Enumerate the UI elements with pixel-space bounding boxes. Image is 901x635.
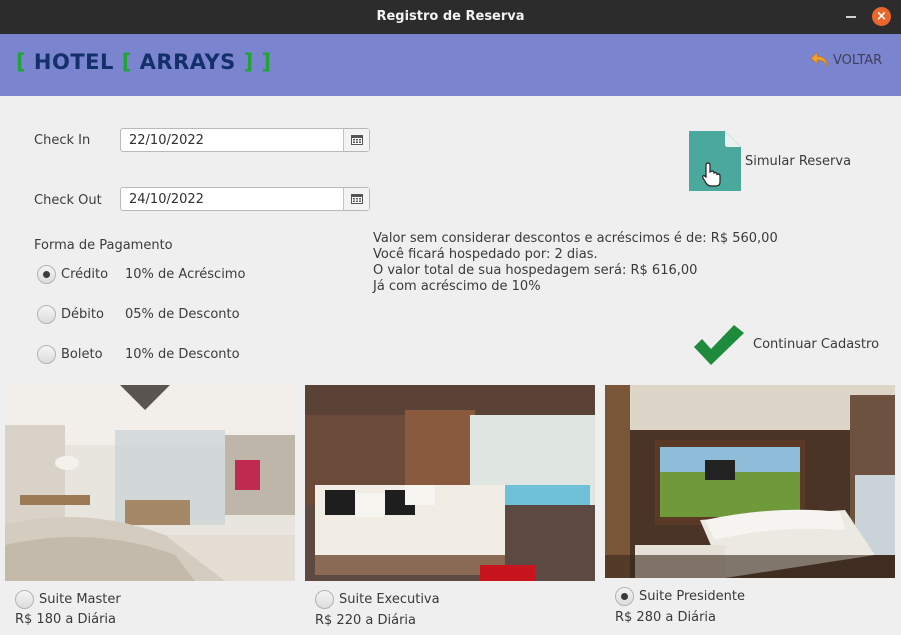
window-title: Registro de Reserva [376,9,525,24]
close-button[interactable]: × [872,7,891,26]
payment-boleto-radio[interactable] [37,345,56,364]
logo-bracket: [ [121,50,132,74]
payment-debito-label[interactable]: Débito [61,307,104,322]
logo-bracket-close: ] ] [243,50,272,74]
suite-executiva-radio[interactable] [315,590,334,609]
suite-presidente-image [605,385,895,578]
reservation-summary: Valor sem considerar descontos e acrésci… [373,231,778,295]
summary-base-value: Valor sem considerar descontos e acrésci… [373,231,778,246]
back-arrow-icon [810,51,828,68]
logo-bracket: [ [16,50,27,74]
suite-master-name[interactable]: Suite Master [39,592,121,607]
suite-executiva-name[interactable]: Suite Executiva [339,592,440,607]
suite-executiva-price: R$ 220 a Diária [315,613,416,628]
app-window: Registro de Reserva × [ HOTEL [ ARRAYS ]… [0,0,901,635]
calendar-icon[interactable] [343,129,369,151]
summary-total: O valor total de sua hospedagem será: R$… [373,263,698,278]
payment-debito-desc: 05% de Desconto [125,307,240,322]
back-label: VOLTAR [833,52,883,68]
checkout-value[interactable]: 24/10/2022 [129,192,204,207]
payment-credito-radio[interactable] [37,265,56,284]
payment-boleto-desc: 10% de Desconto [125,347,240,362]
payment-credito-desc: 10% de Acréscimo [125,267,246,282]
suite-executiva-image [305,385,595,581]
suite-presidente-radio[interactable] [615,587,634,606]
hotel-logo: [ HOTEL [ ARRAYS ] ] [16,50,272,74]
suite-presidente-name[interactable]: Suite Presidente [639,589,745,604]
summary-days: Você ficará hospedado por: 2 dias. [373,247,598,262]
suite-master-radio[interactable] [15,590,34,609]
continue-label: Continuar Cadastro [753,337,880,352]
checkin-date-field[interactable]: 22/10/2022 [120,128,370,152]
checkout-label: Check Out [34,193,102,208]
checkin-value[interactable]: 22/10/2022 [129,133,204,148]
payment-credito-label[interactable]: Crédito [61,267,108,282]
minimize-button[interactable] [846,16,856,18]
logo-word-arrays: ARRAYS [139,50,236,74]
payment-title: Forma de Pagamento [34,238,173,253]
checkout-date-field[interactable]: 24/10/2022 [120,187,370,211]
suite-master-price: R$ 180 a Diária [15,612,116,627]
payment-boleto-label[interactable]: Boleto [61,347,103,362]
logo-word-hotel: HOTEL [33,50,114,74]
simulate-reservation-button[interactable]: Simular Reserva [689,131,879,193]
continue-registration-button[interactable]: Continuar Cadastro [690,323,890,367]
checkin-label: Check In [34,133,91,148]
title-bar: Registro de Reserva × [0,0,901,34]
checkmark-icon [694,325,744,365]
back-button[interactable]: VOLTAR [809,49,882,71]
document-icon [689,131,741,191]
payment-debito-radio[interactable] [37,305,56,324]
calendar-icon[interactable] [343,188,369,210]
suite-presidente-price: R$ 280 a Diária [615,610,716,625]
header-bar: [ HOTEL [ ARRAYS ] ] VOLTAR [0,34,901,96]
summary-adjustment: Já com acréscimo de 10% [373,279,541,294]
suite-master-image [5,385,295,581]
simulate-label: Simular Reserva [745,154,852,169]
